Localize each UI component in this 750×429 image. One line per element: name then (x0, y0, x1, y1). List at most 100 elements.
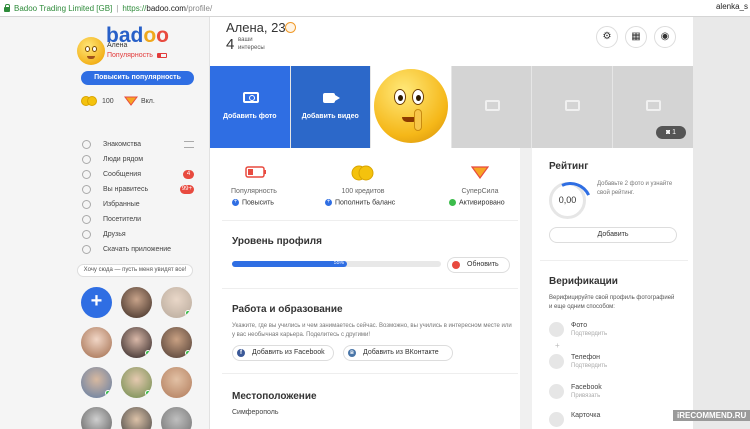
battery-icon (243, 166, 269, 180)
boost-popularity-button[interactable]: Повысить популярность (81, 71, 194, 85)
profile-menu-button[interactable]: ◉ (654, 26, 676, 48)
url-path: /profile/ (185, 3, 213, 13)
add-video-button[interactable]: Добавить видео (290, 66, 371, 148)
sidebar-item-friends[interactable]: Друзья (80, 227, 198, 242)
verify-item-title: Телефон (571, 354, 601, 361)
superpower-status-link[interactable]: Активировано (449, 199, 505, 206)
url-host: badoo.com (146, 3, 186, 13)
interests-count[interactable]: 4 (226, 36, 234, 53)
add-people-button[interactable]: + (81, 287, 112, 318)
people-avatar[interactable] (121, 327, 152, 358)
sidebar-item-messages[interactable]: Сообщения 4 (80, 167, 198, 182)
column-gap (520, 148, 532, 429)
want-here-button[interactable]: Хочу сюда — пусть меня увидят все! (77, 264, 193, 277)
url-scheme: https:// (122, 3, 147, 13)
plus-icon: + (555, 341, 560, 350)
sidebar-item-encounters[interactable]: Знакомства (80, 137, 198, 152)
sidebar-item-label: Избранные (103, 201, 140, 208)
divider (540, 260, 688, 261)
sidebar-item-label: Посетители (103, 216, 141, 223)
avatar[interactable] (77, 37, 105, 65)
friends-icon (82, 230, 91, 239)
rating-value: 0,00 (558, 195, 577, 205)
sidebar-item-liked-you[interactable]: Вы нравитесь 99+ (80, 182, 198, 197)
sidebar-item-visitors[interactable]: Посетители (80, 212, 198, 227)
photo-slot-empty[interactable] (532, 66, 613, 148)
plus-icon: + (325, 199, 332, 206)
top-up-balance-link[interactable]: + Пополнить баланс (325, 199, 395, 206)
location-title: Местоположение (232, 391, 317, 402)
card-icon (549, 412, 564, 427)
superpower-icon (124, 96, 138, 106)
sidebar-item-download-app[interactable]: Скачать приложение (80, 242, 198, 257)
refresh-icon (452, 261, 460, 269)
facebook-icon (549, 384, 564, 399)
phone-icon (549, 354, 564, 369)
battery-icon (157, 53, 167, 58)
interests-label[interactable]: ваши интересы (238, 36, 268, 52)
vk-icon: в (348, 349, 356, 357)
credits-count[interactable]: 100 (102, 98, 114, 105)
heart-icon (82, 185, 91, 194)
user-name[interactable]: Алена (107, 42, 127, 49)
photo-strip: Добавить фото Добавить видео (210, 66, 693, 148)
certificate-org: Badoo Trading Limited [GB] (14, 3, 113, 13)
people-avatar[interactable] (81, 327, 112, 358)
chat-icon (82, 170, 91, 179)
profile-name-age: Алена, 23 (226, 20, 286, 35)
add-photo-rating-button[interactable]: Добавить (549, 227, 677, 243)
popularity-label: Популярность (107, 52, 153, 59)
sidebar-item-label: Вы нравитесь (103, 186, 149, 193)
browser-address-bar[interactable]: Badoo Trading Limited [GB] | https:// ba… (0, 0, 750, 17)
photo-count-badge[interactable]: ◙ 1 (656, 126, 686, 139)
add-photo-label: Добавить фото (222, 113, 277, 120)
verification-badge-icon[interactable] (285, 22, 296, 33)
likes-badge: 99+ (179, 185, 194, 194)
divider (222, 220, 518, 221)
sidebar-item-people-nearby[interactable]: Люди рядом (80, 152, 198, 167)
settings-button[interactable]: ⚙ (596, 26, 618, 48)
credits-stat-label: 100 кредитов (341, 188, 385, 195)
verify-item-action[interactable]: Привязать (571, 393, 600, 399)
city-name: Симферополь (232, 409, 279, 416)
people-avatar[interactable] (121, 367, 152, 398)
people-avatar[interactable] (121, 287, 152, 318)
camera-icon (484, 100, 500, 111)
people-avatar[interactable] (161, 367, 192, 398)
people-avatar[interactable] (161, 287, 192, 318)
divider (222, 373, 518, 374)
filter-icon[interactable] (184, 141, 194, 148)
camera-icon (549, 322, 564, 337)
popularity-boost-link[interactable]: + Повысить (232, 199, 274, 206)
camera-icon (645, 100, 661, 111)
coins-icon (350, 165, 376, 181)
refresh-button[interactable]: Обновить (447, 257, 510, 273)
messages-badge: 4 (183, 170, 194, 179)
add-from-facebook-button[interactable]: f Добавить из Facebook (232, 345, 334, 361)
coins-icon (81, 96, 97, 106)
rating-tip: Добавьте 2 фото и узнайте свой рейтинг. (597, 181, 673, 196)
video-camera-icon (322, 93, 340, 103)
apps-button[interactable]: ▦ (625, 26, 647, 48)
check-icon (449, 199, 456, 206)
profile-photo[interactable] (371, 66, 452, 148)
add-photo-button[interactable]: Добавить фото (210, 66, 291, 148)
gear-icon: ⚙ (602, 31, 612, 42)
people-avatar[interactable] (81, 367, 112, 398)
sidebar-menu: Знакомства Люди рядом Сообщения 4 Вы нра… (80, 137, 198, 257)
user-icon: ◉ (660, 31, 670, 42)
verify-item-title: Карточка (571, 412, 601, 419)
add-from-vk-button[interactable]: в Добавить из ВКонтакте (343, 345, 453, 361)
photo-slot-empty[interactable] (451, 66, 532, 148)
verify-item-action[interactable]: Подтвердить (571, 331, 607, 337)
verify-item-action[interactable]: Подтвердить (571, 363, 607, 369)
divider (222, 288, 518, 289)
progress-percent: 55% (333, 260, 344, 266)
sidebar-item-label: Сообщения (103, 171, 141, 178)
location-icon (82, 155, 91, 164)
phone-icon (82, 245, 91, 254)
facebook-icon: f (237, 349, 245, 357)
people-avatar[interactable] (161, 327, 192, 358)
superpower-status[interactable]: Вкл. (141, 98, 155, 105)
sidebar-item-favorites[interactable]: Избранные (80, 197, 198, 212)
